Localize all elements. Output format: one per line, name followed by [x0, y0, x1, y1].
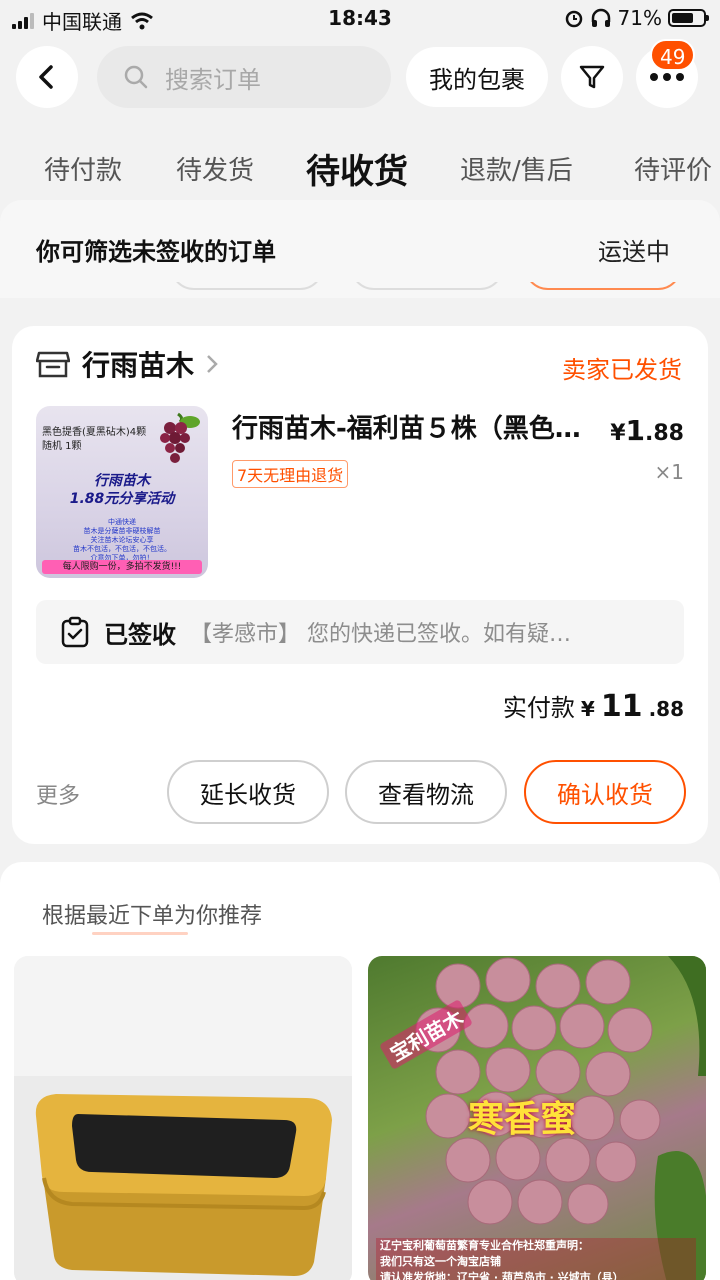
- shop-header[interactable]: 行雨苗木: [36, 344, 218, 384]
- order-card: 行雨苗木 卖家已发货 黑色提香(夏黑砧木)4颗 随机 1颗 行雨苗木 1.88元…: [12, 326, 708, 844]
- chevron-left-icon: [39, 65, 53, 89]
- previous-card-buttons: [0, 282, 720, 296]
- thumb-promo: 行雨苗木 1.88元分享活动: [69, 473, 175, 507]
- chevron-right-icon: [207, 355, 218, 373]
- order-tabs: 待付款 待发货 待收货 退款/售后 待评价: [0, 140, 720, 200]
- logistics-message: 【孝感市】 您的快递已签收。如有疑…: [190, 622, 571, 647]
- recommended-product-card[interactable]: [14, 956, 352, 1280]
- product-title[interactable]: 行雨苗木-福利苗５株（黑色…: [232, 408, 592, 445]
- variety-label: 寒香蜜: [468, 1099, 577, 1140]
- thumb-banner: 每人限购一份，多拍不发货!!!: [42, 560, 202, 574]
- filter-hint: 你可筛选未签收的订单: [36, 238, 276, 266]
- clipboard-check-icon: [61, 616, 89, 648]
- recommendations-title: 根据最近下单为你推荐: [42, 904, 263, 929]
- tin-box-image: [14, 956, 352, 1280]
- alarm-icon: [565, 10, 582, 28]
- recommended-product-card[interactable]: 宝利苗木 寒香蜜 辽宁宝利葡萄苗繁育专业合作社郑重声明： 我们只有这一个淘宝店铺…: [368, 956, 706, 1280]
- more-dots-icon: [650, 73, 684, 81]
- grape-icon: [160, 412, 200, 463]
- tab-pending-payment[interactable]: 待付款: [44, 150, 122, 187]
- search-placeholder: 搜索订单: [165, 65, 261, 94]
- filter-button[interactable]: [561, 46, 623, 108]
- paid-label: 实付款: [502, 694, 575, 722]
- logistics-status: 已签收: [104, 620, 176, 649]
- filter-icon: [579, 65, 605, 89]
- quantity: ×1: [654, 460, 684, 484]
- order-status: 卖家已发货: [562, 356, 682, 384]
- store-icon: [36, 351, 70, 378]
- paid-amount: 实付款 ¥11.88: [502, 689, 684, 724]
- ghost-button: [524, 282, 682, 290]
- logistics-bar[interactable]: 已签收 【孝感市】 您的快递已签收。如有疑…: [36, 600, 684, 664]
- tab-pending-review[interactable]: 待评价: [634, 150, 712, 187]
- ghost-button: [350, 282, 504, 290]
- recommendations: 根据最近下单为你推荐 宝利苗木 寒香蜜 辽宁宝利葡萄苗繁育专业合作社郑重声明： …: [0, 862, 720, 1280]
- status-right: 71%: [564, 6, 709, 30]
- more-actions-link[interactable]: 更多: [36, 778, 80, 810]
- headphones-icon: [591, 8, 610, 27]
- seller-note: 辽宁宝利葡萄苗繁育专业合作社郑重声明： 我们只有这一个淘宝店铺 请认准发货地：辽…: [376, 1238, 696, 1280]
- notification-badge: 49: [650, 39, 696, 71]
- my-packages-button[interactable]: 我的包裹: [406, 47, 548, 107]
- status-bar: 中国联通 18:43 71%: [0, 0, 720, 36]
- search-input[interactable]: 搜索订单: [97, 46, 391, 108]
- search-icon: [124, 65, 148, 89]
- battery-icon: [668, 9, 709, 27]
- title-underline: [92, 932, 188, 935]
- ghost-button: [170, 282, 324, 290]
- top-bar: 搜索订单 我的包裹 49: [0, 39, 720, 112]
- unit-price: ¥1.88: [610, 414, 684, 447]
- thumb-text: 黑色提香(夏黑砧木)4颗 随机 1颗: [42, 427, 147, 452]
- tab-pending-receipt[interactable]: 待收货: [306, 144, 408, 193]
- return-policy-tag: 7天无理由退货: [232, 460, 349, 488]
- back-button[interactable]: [16, 46, 78, 108]
- tab-refund[interactable]: 退款/售后: [460, 150, 573, 187]
- view-logistics-button[interactable]: 查看物流: [345, 760, 507, 824]
- battery-percent: 71%: [617, 6, 662, 30]
- confirm-receipt-button[interactable]: 确认收货: [524, 760, 686, 824]
- thumb-small-text: 中通快递 苗木是分蘖苗非硬枝解苗 关注苗木论坛安心享 苗木不包活，不包活，不包活…: [73, 518, 171, 562]
- tab-pending-shipment[interactable]: 待发货: [176, 150, 254, 187]
- product-image[interactable]: 黑色提香(夏黑砧木)4颗 随机 1颗 行雨苗木 1.88元分享活动 中通快递 苗…: [36, 406, 208, 578]
- shop-name: 行雨苗木: [82, 349, 195, 382]
- extend-receipt-button[interactable]: 延长收货: [167, 760, 329, 824]
- shipping-state-filter[interactable]: 运送中: [598, 232, 670, 267]
